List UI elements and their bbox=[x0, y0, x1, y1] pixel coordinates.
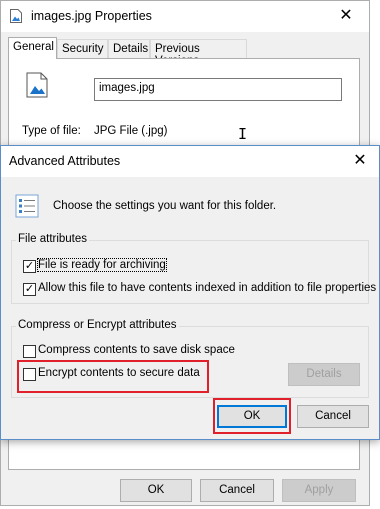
advanced-ok-button[interactable]: OK bbox=[217, 405, 287, 428]
properties-cancel-button[interactable]: Cancel bbox=[200, 479, 274, 502]
advanced-titlebar: Advanced Attributes ✕ bbox=[1, 146, 379, 177]
compress-encrypt-group-label: Compress or Encrypt attributes bbox=[16, 319, 179, 331]
advanced-cancel-button[interactable]: Cancel bbox=[297, 405, 369, 428]
encrypt-checkbox[interactable] bbox=[23, 368, 36, 381]
properties-title: images.jpg Properties bbox=[31, 9, 152, 23]
type-of-file-value: JPG File (.jpg) bbox=[94, 125, 168, 137]
tab-previous-versions[interactable]: Previous Versions bbox=[150, 39, 247, 67]
properties-titlebar: images.jpg Properties ✕ bbox=[1, 1, 369, 32]
checkmark-icon: ✓ bbox=[24, 283, 35, 295]
archive-checkbox-label[interactable]: File is ready for archiving bbox=[37, 258, 167, 272]
image-file-icon bbox=[10, 9, 22, 23]
file-type-icon bbox=[26, 72, 48, 98]
advanced-intro-text: Choose the settings you want for this fo… bbox=[53, 200, 277, 212]
tab-general[interactable]: General bbox=[8, 37, 57, 59]
tab-security[interactable]: Security bbox=[57, 39, 108, 58]
advanced-close-button[interactable]: ✕ bbox=[346, 150, 374, 172]
index-checkbox-label[interactable]: Allow this file to have contents indexed… bbox=[38, 282, 376, 294]
compress-checkbox-label[interactable]: Compress contents to save disk space bbox=[38, 344, 235, 356]
details-button[interactable]: Details bbox=[288, 363, 360, 386]
file-attributes-group bbox=[11, 240, 369, 304]
advanced-attributes-dialog: Advanced Attributes ✕ Choose the setting… bbox=[0, 145, 380, 440]
attributes-list-icon bbox=[15, 194, 39, 218]
file-attributes-group-label: File attributes bbox=[16, 233, 90, 245]
file-name-field[interactable]: images.jpg bbox=[94, 78, 342, 101]
encrypt-checkbox-label[interactable]: Encrypt contents to secure data bbox=[38, 367, 200, 379]
properties-close-button[interactable]: ✕ bbox=[332, 5, 360, 27]
properties-ok-button[interactable]: OK bbox=[120, 479, 192, 502]
index-checkbox[interactable]: ✓ bbox=[23, 283, 36, 296]
text-cursor-icon: I bbox=[238, 125, 248, 143]
advanced-title: Advanced Attributes bbox=[9, 154, 121, 168]
properties-apply-button[interactable]: Apply bbox=[282, 479, 356, 502]
compress-checkbox[interactable] bbox=[23, 345, 36, 358]
checkmark-icon: ✓ bbox=[24, 260, 35, 272]
archive-checkbox[interactable]: ✓ bbox=[23, 260, 36, 273]
tab-details[interactable]: Details bbox=[108, 39, 150, 58]
type-of-file-label: Type of file: bbox=[22, 125, 81, 137]
